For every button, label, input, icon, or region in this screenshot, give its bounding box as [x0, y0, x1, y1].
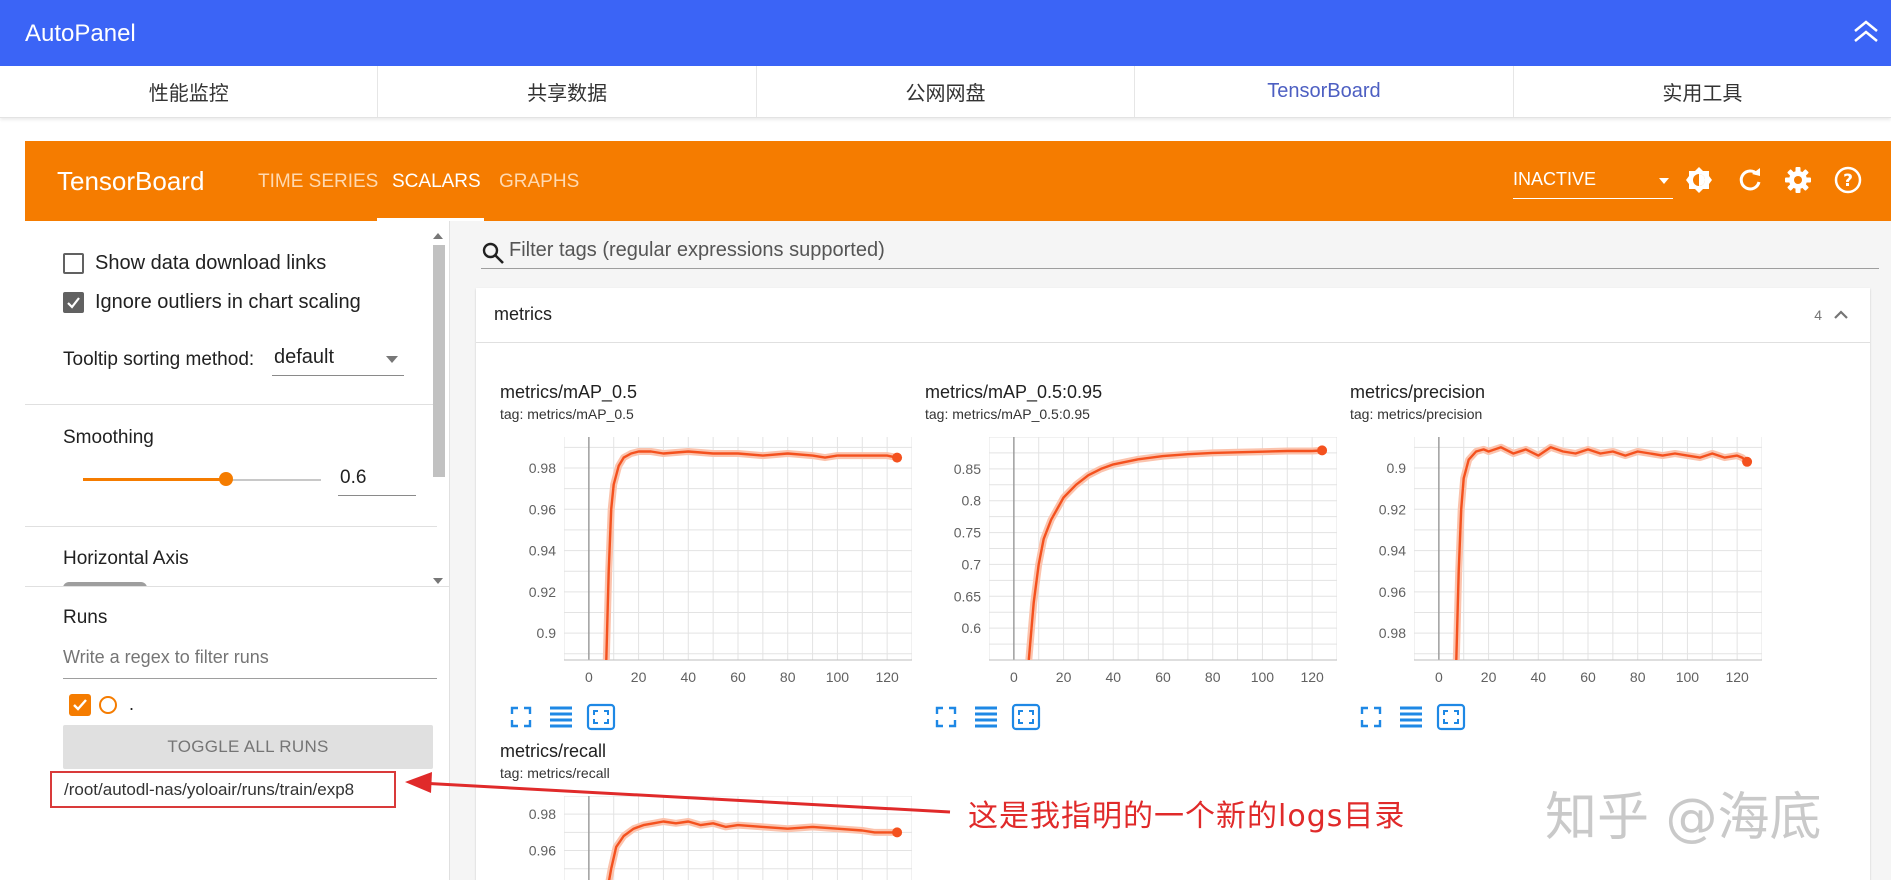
annotation-text: 这是我指明的一个新的logs目录 [968, 799, 1406, 834]
watermark: 知乎 @海底 [1545, 788, 1822, 848]
annotation-arrow [405, 772, 951, 814]
